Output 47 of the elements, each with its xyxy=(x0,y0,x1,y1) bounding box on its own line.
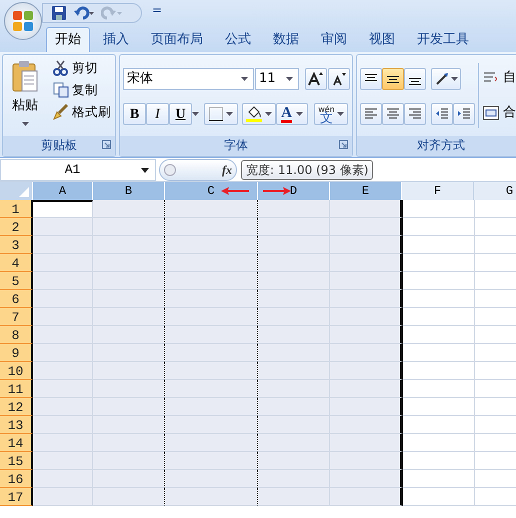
ribbon-tab[interactable]: 视图 xyxy=(360,27,404,52)
row-header[interactable]: 10 xyxy=(0,362,33,380)
group-label: 剪贴板 xyxy=(41,138,77,152)
phonetic-guide-button[interactable]: wén 文 xyxy=(314,103,348,125)
ribbon-tab[interactable]: 页面布局 xyxy=(142,27,212,52)
row-header[interactable]: 17 xyxy=(0,488,33,506)
row-header[interactable]: 4 xyxy=(0,254,33,272)
clipboard-command: 格式刷 xyxy=(53,103,111,122)
ribbon-tab[interactable]: 开始 xyxy=(46,27,90,52)
format-button[interactable]: U xyxy=(169,103,192,125)
font-name-field[interactable]: 宋体 xyxy=(123,68,254,90)
row-header[interactable]: 14 xyxy=(0,434,33,452)
width-tooltip: 宽度: 11.00 (93 像素) xyxy=(241,160,374,180)
group-label: 对齐方式 xyxy=(417,138,465,152)
ribbon-tab[interactable]: 插入 xyxy=(94,27,138,52)
ribbon-tab[interactable]: 开发工具 xyxy=(408,27,478,52)
row-header[interactable]: 16 xyxy=(0,470,33,488)
clipboard-command: 复制 xyxy=(53,81,98,100)
row-header[interactable]: 2 xyxy=(0,218,33,236)
format-button[interactable]: I xyxy=(146,103,169,125)
row-header[interactable]: 15 xyxy=(0,452,33,470)
row-header[interactable]: 7 xyxy=(0,308,33,326)
paste-button[interactable]: 粘贴 xyxy=(7,59,43,131)
row-header[interactable]: 12 xyxy=(0,398,33,416)
insert-function-button[interactable]: fx xyxy=(222,161,232,179)
wrap-text-button[interactable]: 自 xyxy=(483,68,516,88)
row-header[interactable]: 8 xyxy=(0,326,33,344)
merge-button[interactable]: 合 xyxy=(483,103,516,122)
customize-toolbar-button[interactable]: = xyxy=(152,1,162,19)
ribbon-tab[interactable]: 数据 xyxy=(264,27,308,52)
format-button[interactable]: B xyxy=(123,103,146,125)
row-header[interactable]: 5 xyxy=(0,272,33,290)
font-color-button[interactable]: A xyxy=(276,103,308,125)
font-size-field[interactable]: 11 xyxy=(255,68,299,90)
column-header[interactable]: F xyxy=(402,182,474,200)
row-header[interactable]: 13 xyxy=(0,416,33,434)
row-header[interactable]: 6 xyxy=(0,290,33,308)
row-header[interactable]: 1 xyxy=(0,200,33,218)
column-header[interactable]: G xyxy=(474,182,516,200)
row-header[interactable]: 11 xyxy=(0,380,33,398)
clipboard-command: 剪切 xyxy=(53,59,98,78)
row-header[interactable]: 3 xyxy=(0,236,33,254)
name-box[interactable]: A1 xyxy=(0,159,156,181)
ribbon-tab[interactable]: 审阅 xyxy=(312,27,356,52)
ribbon-tab[interactable]: 公式 xyxy=(216,27,260,52)
row-header[interactable]: 9 xyxy=(0,344,33,362)
group-label: 字体 xyxy=(224,138,248,152)
